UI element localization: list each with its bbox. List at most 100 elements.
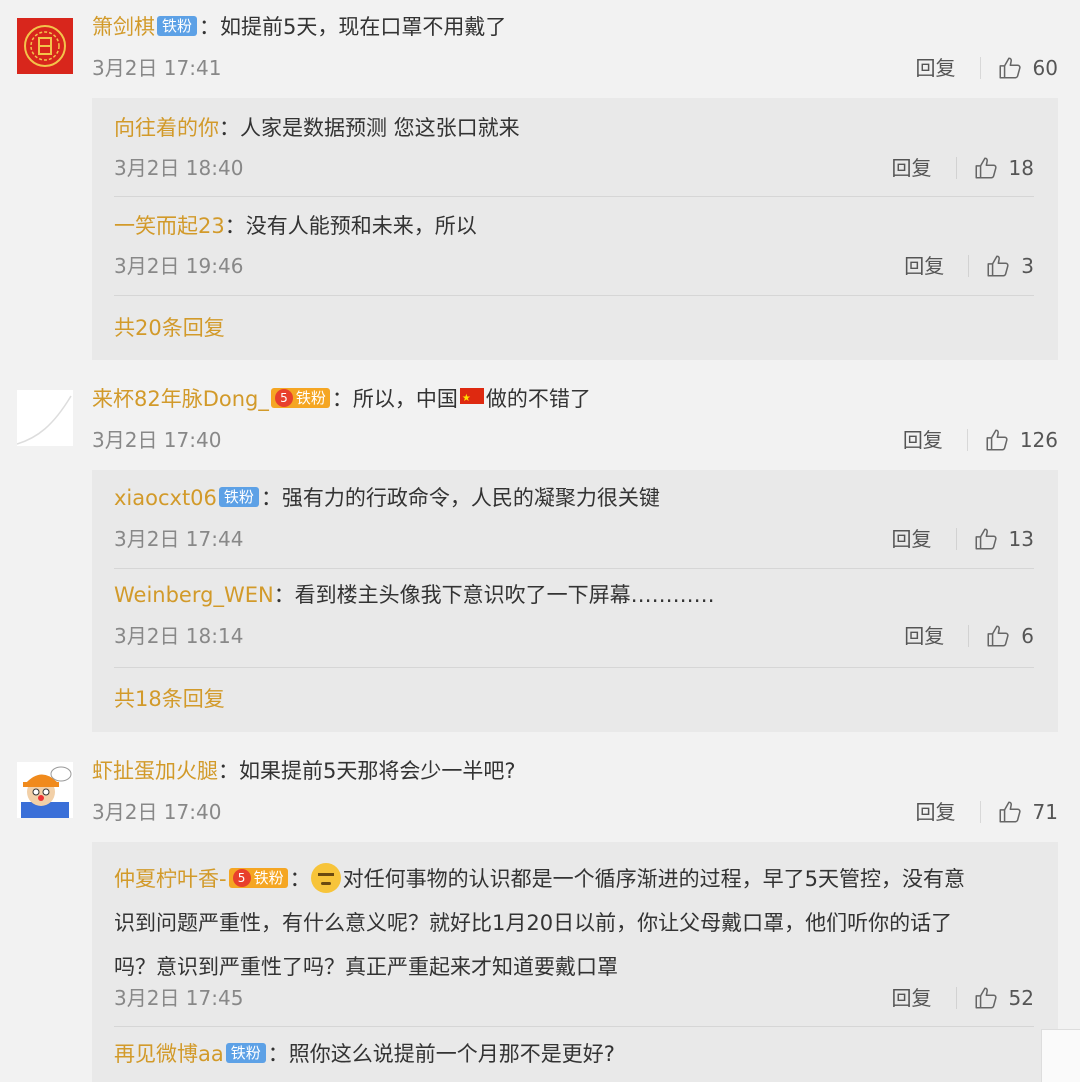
like-count: 52 — [1008, 986, 1034, 1010]
separator — [979, 801, 981, 823]
reply-username[interactable]: 仲夏柠叶香- — [114, 867, 227, 891]
reply-date: 3月2日 17:44 — [114, 527, 244, 551]
china-flag-icon — [459, 385, 484, 413]
like-button[interactable]: 13 — [973, 525, 1034, 553]
reply-button[interactable]: 回复 — [904, 252, 944, 280]
comment: 来杯82年脉Dong_5铁粉：所以，中国做的不错了 3月2日 17:40 回复 … — [0, 372, 1080, 742]
separator — [955, 528, 957, 550]
reply-button[interactable]: 回复 — [916, 54, 956, 82]
reply-username[interactable]: Weinberg_WEN — [114, 583, 274, 607]
divider — [114, 667, 1034, 668]
like-count: 3 — [1021, 254, 1034, 278]
reply-text: ：人家是数据预测 您这张口就来 — [219, 116, 520, 140]
reply-username[interactable]: 一笑而起23 — [114, 214, 225, 238]
thumbs-up-icon — [985, 623, 1011, 649]
thumbs-up-icon — [973, 985, 999, 1011]
reply-button[interactable]: 回复 — [904, 622, 944, 650]
like-count: 71 — [1032, 800, 1058, 824]
level-crown-icon: 5 — [232, 869, 251, 887]
blank-avatar-icon — [17, 390, 73, 446]
reply-text: ：看到楼主头像我下意识吹了一下屏幕………… — [273, 583, 715, 607]
reply-username[interactable]: xiaocxt06 — [114, 486, 217, 510]
reply-date: 3月2日 19:46 — [114, 254, 244, 278]
reply-item: 一笑而起23：没有人能预和未来，所以 3月2日 19:46 回复 3 — [92, 197, 1058, 296]
reply-item: 再见微博aa 铁粉 ：照你这么说提前一个月那不是更好? — [92, 1027, 1058, 1082]
reply-button[interactable]: 回复 — [892, 154, 932, 182]
like-button[interactable]: 18 — [973, 154, 1034, 182]
username[interactable]: 虾扯蛋加火腿 — [92, 759, 218, 783]
more-replies-link[interactable]: 共20条回复 — [114, 314, 225, 342]
like-count: 6 — [1021, 624, 1034, 648]
reply-list: xiaocxt06 铁粉 ：强有力的行政命令，人民的凝聚力很关键 3月2日 17:4… — [92, 470, 1058, 732]
speechless-emoji-icon — [310, 863, 341, 893]
reply-text: ：没有人能预和未来，所以 — [224, 214, 477, 238]
thumbs-up-icon — [997, 799, 1023, 825]
fan-badge[interactable]: 铁粉 — [157, 16, 198, 36]
separator — [968, 625, 970, 647]
thumbs-up-icon — [997, 55, 1023, 81]
separator — [968, 255, 970, 277]
reply-actions: 回复 3 — [904, 252, 1034, 280]
comment: 虾扯蛋加火腿：如果提前5天那将会少一半吧? 3月2日 17:40 回复 71 仲… — [0, 744, 1080, 1082]
comment-text: ：如提前5天，现在口罩不用戴了 — [199, 15, 507, 39]
comment-line: 箫剑棋 铁粉 ：如提前5天，现在口罩不用戴了 — [92, 13, 506, 41]
comment-date: 3月2日 17:40 — [92, 428, 222, 452]
reply-username[interactable]: 向往着的你 — [114, 116, 219, 140]
reply-actions: 回复 52 — [892, 984, 1034, 1012]
username[interactable]: 箫剑棋 — [92, 15, 155, 39]
comment-text-tail: 做的不错了 — [485, 387, 591, 411]
seal-avatar-icon — [17, 18, 73, 74]
reply-username[interactable]: 再见微博aa — [114, 1042, 224, 1066]
badge-label: 铁粉 — [295, 389, 326, 407]
like-count: 126 — [1019, 428, 1058, 452]
reply-actions: 回复 13 — [892, 525, 1034, 553]
thumbs-up-icon — [973, 526, 999, 552]
reply-text-line-3: 吗？意识到严重性了吗？真正严重起来才知道要戴口罩 — [114, 955, 618, 979]
comment-text: ：所以，中国 — [331, 387, 458, 411]
reply-list: 向往着的你：人家是数据预测 您这张口就来 3月2日 18:40 回复 18 一笑… — [92, 98, 1058, 360]
badge-label: 铁粉 — [253, 869, 284, 887]
reply-text: ：照你这么说提前一个月那不是更好? — [267, 1042, 615, 1066]
fan-badge[interactable]: 铁粉 — [225, 1043, 266, 1063]
more-replies-link[interactable]: 共18条回复 — [114, 685, 225, 713]
separator — [979, 57, 981, 79]
separator — [966, 429, 968, 451]
reply-button[interactable]: 回复 — [903, 426, 943, 454]
avatar[interactable] — [17, 390, 73, 446]
like-button[interactable]: 3 — [985, 252, 1034, 280]
like-count: 18 — [1008, 156, 1034, 180]
fan-badge[interactable]: 铁粉 — [218, 487, 259, 507]
cartoon-avatar-icon — [17, 762, 73, 818]
comment-actions: 回复 126 — [903, 426, 1058, 454]
separator — [955, 157, 957, 179]
reply-button[interactable]: 回复 — [916, 798, 956, 826]
avatar[interactable] — [17, 18, 73, 74]
like-button[interactable]: 52 — [973, 984, 1034, 1012]
like-count: 13 — [1008, 527, 1034, 551]
fan-badge[interactable]: 5 铁粉 — [270, 388, 330, 408]
reply-list: 仲夏柠叶香- 5 铁粉：对任何事物的认识都是一个循序渐进的过程，早了5天管控，没有意… — [92, 842, 1058, 1082]
divider — [114, 295, 1034, 296]
reply-button[interactable]: 回复 — [892, 984, 932, 1012]
comment-actions: 回复 71 — [916, 798, 1058, 826]
username[interactable]: 来杯82年脉Dong_ — [92, 387, 269, 411]
reply-date: 3月2日 17:45 — [114, 986, 244, 1010]
scroll-corner[interactable] — [1041, 1029, 1080, 1082]
like-button[interactable]: 6 — [985, 622, 1034, 650]
reply-item: xiaocxt06 铁粉 ：强有力的行政命令，人民的凝聚力很关键 3月2日 17:4… — [92, 470, 1058, 569]
like-button[interactable]: 126 — [984, 426, 1058, 454]
level-crown-icon: 5 — [274, 389, 293, 407]
like-button[interactable]: 71 — [997, 798, 1058, 826]
thumbs-up-icon — [984, 427, 1010, 453]
avatar[interactable] — [17, 762, 73, 818]
reply-text-line-2: 识到问题严重性，有什么意义呢？就好比1月20日以前，你让父母戴口罩，他们听你的话… — [114, 911, 953, 935]
reply-button[interactable]: 回复 — [892, 525, 932, 553]
colon: ： — [289, 867, 311, 891]
like-count: 60 — [1032, 56, 1058, 80]
reply-text: ：强有力的行政命令，人民的凝聚力很关键 — [260, 486, 660, 510]
like-button[interactable]: 60 — [997, 54, 1058, 82]
thumbs-up-icon — [973, 155, 999, 181]
reply-text-line-1: 对任何事物的认识都是一个循序渐进的过程，早了5天管控，没有意 — [342, 867, 965, 891]
thumbs-up-icon — [985, 253, 1011, 279]
fan-badge[interactable]: 5 铁粉 — [228, 868, 288, 888]
